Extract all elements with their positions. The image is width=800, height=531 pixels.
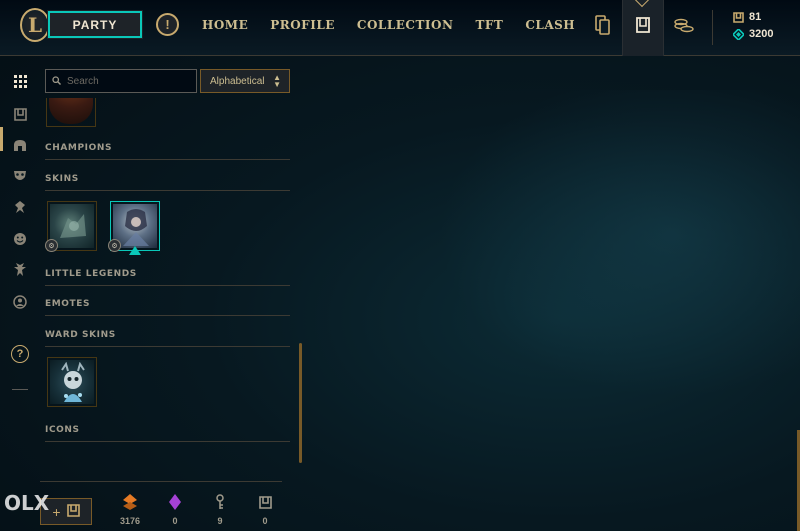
sort-dropdown[interactable]: Alphabetical ▲ ▼ <box>200 69 290 93</box>
main-nav: HOME PROFILE COLLECTION TFT CLASH <box>202 18 597 32</box>
chest-icon <box>66 503 80 520</box>
nav-tft[interactable]: TFT <box>475 18 503 32</box>
mythic-essence-icon <box>160 494 190 510</box>
nav-profile[interactable]: PROFILE <box>270 18 335 32</box>
key-count: 9 <box>217 516 223 526</box>
chest-count: 0 <box>262 516 268 526</box>
search-icon <box>52 72 61 90</box>
emote-icon[interactable] <box>10 229 30 249</box>
chest-counter[interactable]: 0 <box>250 494 280 526</box>
search-input[interactable] <box>67 75 187 87</box>
blue-essence-balance[interactable]: 81 <box>733 11 761 23</box>
rarity-triangle-icon <box>129 246 141 255</box>
grid-icon[interactable] <box>10 71 30 91</box>
sort-selected-value: Alphabetical <box>210 75 265 87</box>
section-skins[interactable]: SKINS <box>45 174 290 191</box>
mask-icon[interactable] <box>10 166 30 186</box>
blue-essence-icon <box>733 11 744 23</box>
key-counter[interactable]: 9 <box>205 494 235 526</box>
party-button[interactable]: PARTY <box>47 10 143 39</box>
collection-cards-icon[interactable] <box>591 14 613 36</box>
mythic-essence-count: 0 <box>172 516 178 526</box>
olx-watermark: OLX <box>0 476 50 531</box>
watermark-text: OLX <box>4 491 50 515</box>
rail-divider <box>12 389 28 390</box>
section-emotes[interactable]: EMOTES <box>45 299 290 316</box>
plus-label: + <box>52 503 61 520</box>
orange-essence-icon <box>115 494 145 510</box>
topbar-divider <box>712 10 713 45</box>
riot-points-amount: 3200 <box>749 28 774 40</box>
left-rail <box>0 57 38 531</box>
ward-skin-tile[interactable] <box>47 357 97 407</box>
loot-scrollbar[interactable] <box>299 343 302 463</box>
orange-essence-counter[interactable]: 3176 <box>115 494 145 526</box>
top-bar: L PARTY ! HOME PROFILE COLLECTION TFT CL… <box>0 0 800 56</box>
shard-badge-icon: ⚙ <box>45 239 58 252</box>
riot-points-balance[interactable]: 3200 <box>731 27 774 41</box>
mythic-essence-counter[interactable]: 0 <box>160 494 190 526</box>
little-legend-icon[interactable] <box>10 260 30 280</box>
nav-collection[interactable]: COLLECTION <box>357 18 454 32</box>
ward-icon[interactable] <box>10 197 30 217</box>
loot-chest-icon[interactable] <box>632 14 654 36</box>
key-icon <box>205 494 235 510</box>
helmet-icon[interactable] <box>10 135 30 155</box>
loot-tile-partial[interactable] <box>46 98 96 127</box>
chest-icon <box>250 494 280 510</box>
section-little-legends[interactable]: LITTLE LEGENDS <box>45 269 290 286</box>
section-champions[interactable]: CHAMPIONS <box>45 143 290 160</box>
alert-button[interactable]: ! <box>156 13 179 36</box>
blue-essence-amount: 81 <box>749 11 762 23</box>
background-glow <box>420 90 800 410</box>
nav-clash[interactable]: CLASH <box>525 18 575 32</box>
profile-icon[interactable] <box>10 292 30 312</box>
section-ward-skins[interactable]: WARD SKINS <box>45 330 290 347</box>
permanent-badge-icon: ⚙ <box>108 239 121 252</box>
rail-active-marker <box>0 127 3 151</box>
chest-icon[interactable] <box>10 104 30 124</box>
sort-arrows-icon: ▲ ▼ <box>273 73 281 89</box>
section-icons[interactable]: ICONS <box>45 425 290 442</box>
league-logo-icon[interactable]: L <box>20 8 50 42</box>
bottom-divider <box>40 481 282 482</box>
help-icon[interactable]: ? <box>11 345 29 363</box>
nav-home[interactable]: HOME <box>202 18 248 32</box>
riot-points-icon <box>731 27 746 41</box>
search-box[interactable] <box>45 69 197 93</box>
orange-essence-count: 3176 <box>119 516 141 526</box>
store-coins-icon[interactable] <box>673 14 695 36</box>
